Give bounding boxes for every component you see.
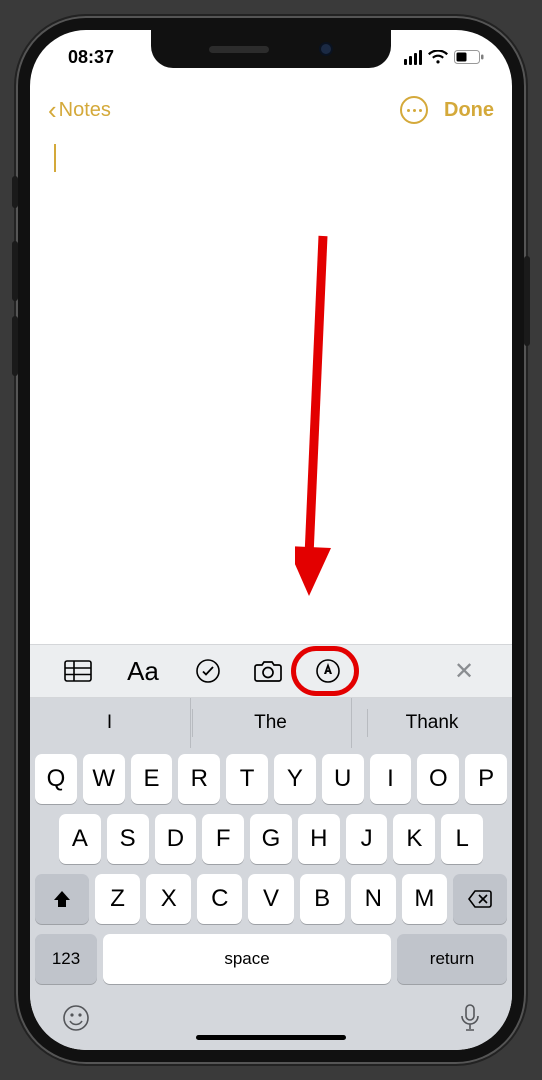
key-b[interactable]: B (300, 874, 345, 924)
suggestion-3[interactable]: Thank (351, 698, 512, 748)
wifi-icon (428, 50, 448, 65)
key-g[interactable]: G (250, 814, 292, 864)
home-indicator[interactable] (196, 1035, 346, 1040)
suggestion-1[interactable]: I (30, 698, 190, 748)
key-numeric[interactable]: 123 (35, 934, 97, 984)
key-h[interactable]: H (298, 814, 340, 864)
emoji-button[interactable] (61, 1003, 91, 1038)
key-a[interactable]: A (59, 814, 101, 864)
key-r[interactable]: R (178, 754, 220, 804)
status-time: 08:37 (68, 47, 114, 68)
battery-icon (454, 50, 484, 64)
key-v[interactable]: V (248, 874, 293, 924)
key-f[interactable]: F (202, 814, 244, 864)
keyboard-suggestions: I The Thank (30, 698, 512, 748)
key-y[interactable]: Y (274, 754, 316, 804)
keyboard-row-1: Q W E R T Y U I O P (35, 754, 507, 804)
key-return[interactable]: return (397, 934, 507, 984)
checklist-button[interactable] (178, 645, 238, 697)
key-s[interactable]: S (107, 814, 149, 864)
keyboard-row-4: 123 space return (35, 934, 507, 984)
keyboard-row-2: A S D F G H J K L (35, 814, 507, 864)
key-j[interactable]: J (346, 814, 388, 864)
text-cursor (54, 144, 56, 172)
key-t[interactable]: T (226, 754, 268, 804)
dictation-button[interactable] (459, 1003, 481, 1038)
key-m[interactable]: M (402, 874, 447, 924)
key-k[interactable]: K (393, 814, 435, 864)
back-label: Notes (59, 99, 111, 122)
nav-bar: ‹ Notes Done (30, 84, 512, 136)
key-d[interactable]: D (155, 814, 197, 864)
key-w[interactable]: W (83, 754, 125, 804)
key-z[interactable]: Z (95, 874, 140, 924)
note-editor[interactable] (30, 136, 512, 644)
key-shift[interactable] (35, 874, 89, 924)
key-q[interactable]: Q (35, 754, 77, 804)
key-p[interactable]: P (465, 754, 507, 804)
text-format-button[interactable]: Aa (108, 645, 178, 697)
key-l[interactable]: L (441, 814, 483, 864)
key-c[interactable]: C (197, 874, 242, 924)
tutorial-arrow-annotation (295, 226, 375, 611)
key-o[interactable]: O (417, 754, 459, 804)
cellular-signal-icon (404, 50, 422, 65)
table-button[interactable] (48, 645, 108, 697)
chevron-left-icon: ‹ (48, 97, 57, 123)
key-e[interactable]: E (131, 754, 173, 804)
keyboard: Q W E R T Y U I O P A S D F G H J K L (30, 748, 512, 1050)
suggestion-2[interactable]: The (190, 698, 351, 748)
key-x[interactable]: X (146, 874, 191, 924)
key-i[interactable]: I (370, 754, 412, 804)
key-u[interactable]: U (322, 754, 364, 804)
keyboard-row-3: Z X C V B N M (35, 874, 507, 924)
more-options-button[interactable] (400, 96, 428, 124)
key-space[interactable]: space (103, 934, 391, 984)
close-toolbar-button[interactable]: ✕ (434, 645, 494, 697)
camera-button[interactable] (238, 645, 298, 697)
markup-button[interactable] (298, 645, 358, 697)
key-n[interactable]: N (351, 874, 396, 924)
back-button[interactable]: ‹ Notes (48, 97, 111, 123)
formatting-toolbar: Aa ✕ (30, 644, 512, 698)
done-button[interactable]: Done (444, 99, 494, 122)
key-backspace[interactable] (453, 874, 507, 924)
